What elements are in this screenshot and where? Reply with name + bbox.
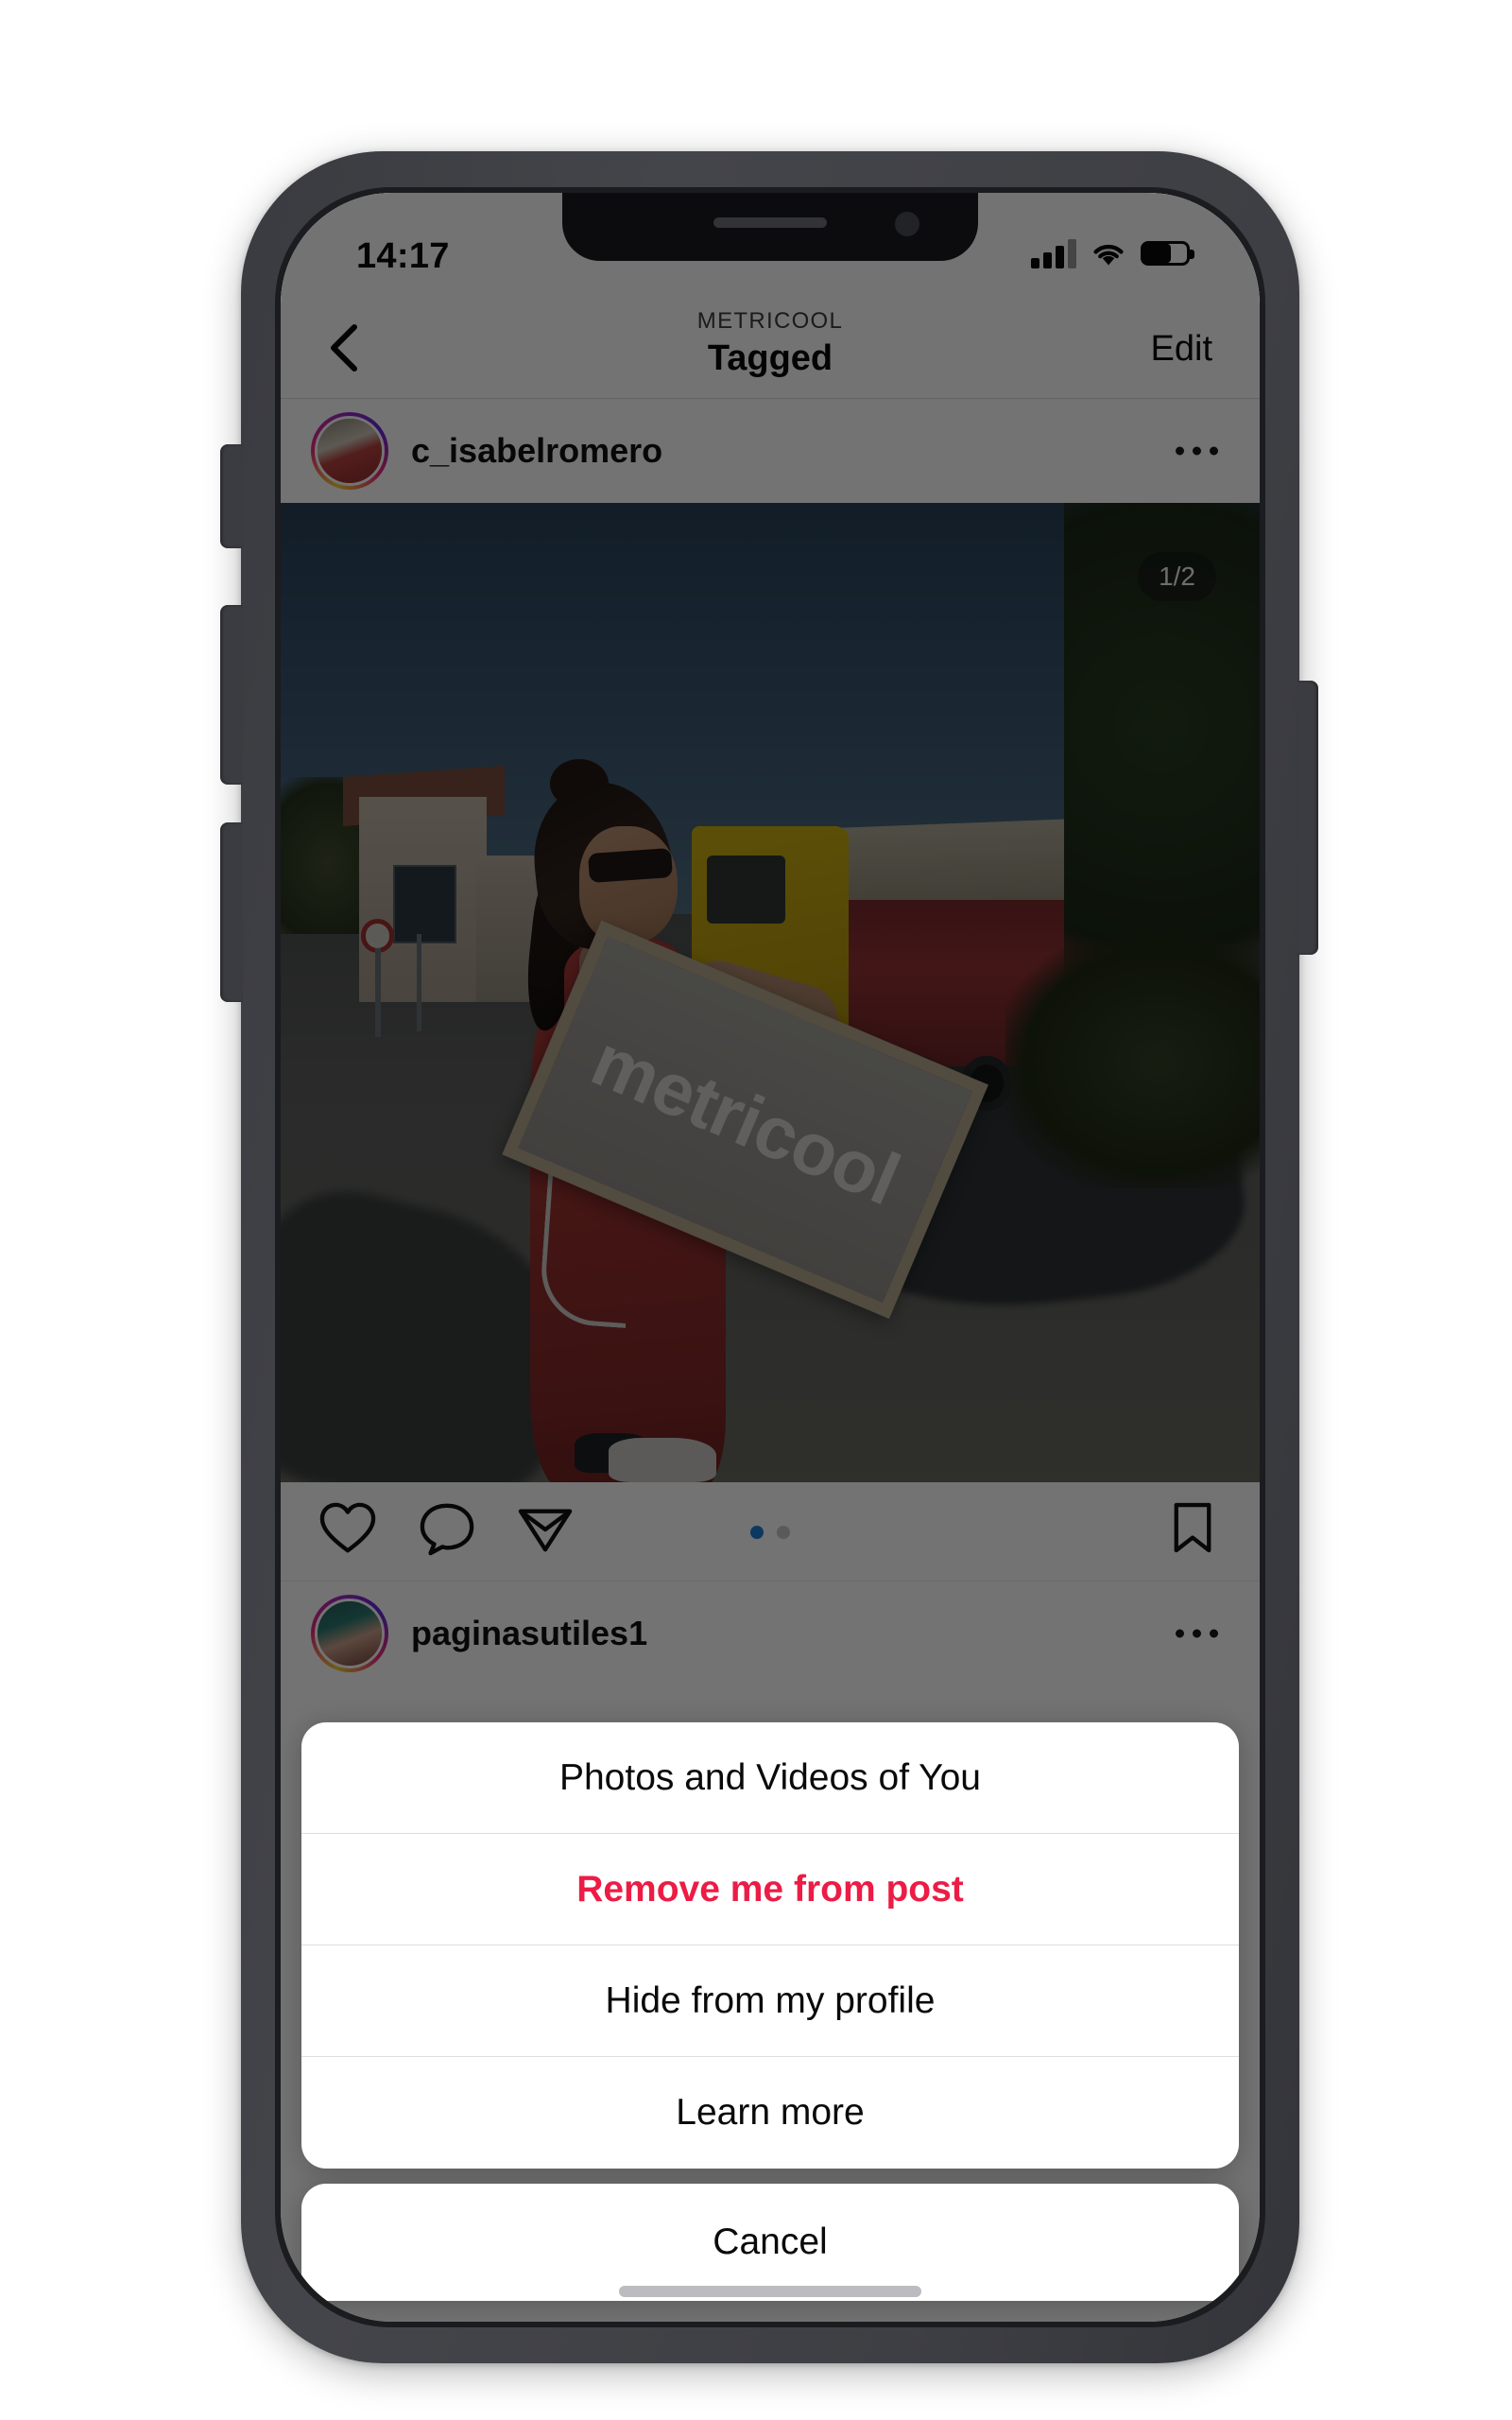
battery-icon — [1141, 241, 1194, 266]
action-sheet: Photos and Videos of You Remove me from … — [281, 1722, 1260, 2322]
heart-icon[interactable] — [318, 1501, 377, 1561]
avatar[interactable] — [311, 1594, 388, 1672]
earpiece-speaker — [713, 217, 827, 228]
learn-more-button[interactable]: Learn more — [301, 2057, 1239, 2169]
navigation-bar: METRICOOL Tagged Edit — [281, 295, 1260, 399]
avatar[interactable] — [311, 412, 388, 490]
bookmark-icon[interactable] — [1171, 1501, 1214, 1561]
image-overlay — [281, 503, 1260, 1482]
carousel-page-dots — [750, 1526, 790, 1539]
remove-me-from-post-button[interactable]: Remove me from post — [301, 1834, 1239, 1945]
device-notch — [562, 193, 978, 261]
status-bar-clock: 14:17 — [356, 236, 450, 276]
home-indicator[interactable] — [619, 2286, 921, 2297]
post-username[interactable]: c_isabelromero — [411, 431, 662, 471]
volume-down-button[interactable] — [220, 822, 243, 1002]
post-action-group-left — [318, 1501, 574, 1561]
more-options-icon[interactable] — [1176, 1629, 1218, 1637]
post-action-bar — [281, 1482, 1260, 1581]
phone-device-frame: 14:17 METRICOOL Tagged Edit c_isabelrome… — [220, 151, 1318, 2363]
comment-bubble-icon[interactable] — [419, 1501, 475, 1561]
cellular-signal-icon — [1031, 238, 1076, 268]
post-image[interactable]: metricool 1/2 — [281, 503, 1260, 1482]
wifi-icon — [1090, 238, 1127, 268]
more-options-icon[interactable] — [1176, 446, 1218, 456]
phone-screen: 14:17 METRICOOL Tagged Edit c_isabelrome… — [281, 193, 1260, 2322]
edit-button[interactable]: Edit — [1151, 329, 1212, 370]
next-post-header: paginasutiles1 — [281, 1581, 1260, 1685]
action-sheet-title: Photos and Videos of You — [301, 1722, 1239, 1834]
silent-switch-button[interactable] — [220, 444, 243, 548]
power-button[interactable] — [1297, 681, 1318, 955]
hide-from-my-profile-button[interactable]: Hide from my profile — [301, 1945, 1239, 2057]
nav-eyebrow-account-name: METRICOOL — [696, 308, 844, 334]
nav-title-group: METRICOOL Tagged — [281, 308, 1260, 379]
post-header: c_isabelromero — [281, 399, 1260, 503]
send-paper-plane-icon[interactable] — [517, 1502, 574, 1560]
front-camera-icon — [895, 212, 919, 236]
next-post-username[interactable]: paginasutiles1 — [411, 1614, 647, 1653]
screen-bezel: 14:17 METRICOOL Tagged Edit c_isabelrome… — [275, 187, 1265, 2327]
carousel-index-badge: 1/2 — [1138, 552, 1216, 601]
screenshot-canvas: 14:17 METRICOOL Tagged Edit c_isabelrome… — [0, 0, 1512, 2420]
action-sheet-panel: Photos and Videos of You Remove me from … — [301, 1722, 1239, 2169]
cancel-button[interactable]: Cancel — [301, 2184, 1239, 2301]
page-title: Tagged — [707, 338, 833, 378]
status-bar-indicators — [1031, 238, 1194, 268]
volume-up-button[interactable] — [220, 605, 243, 785]
